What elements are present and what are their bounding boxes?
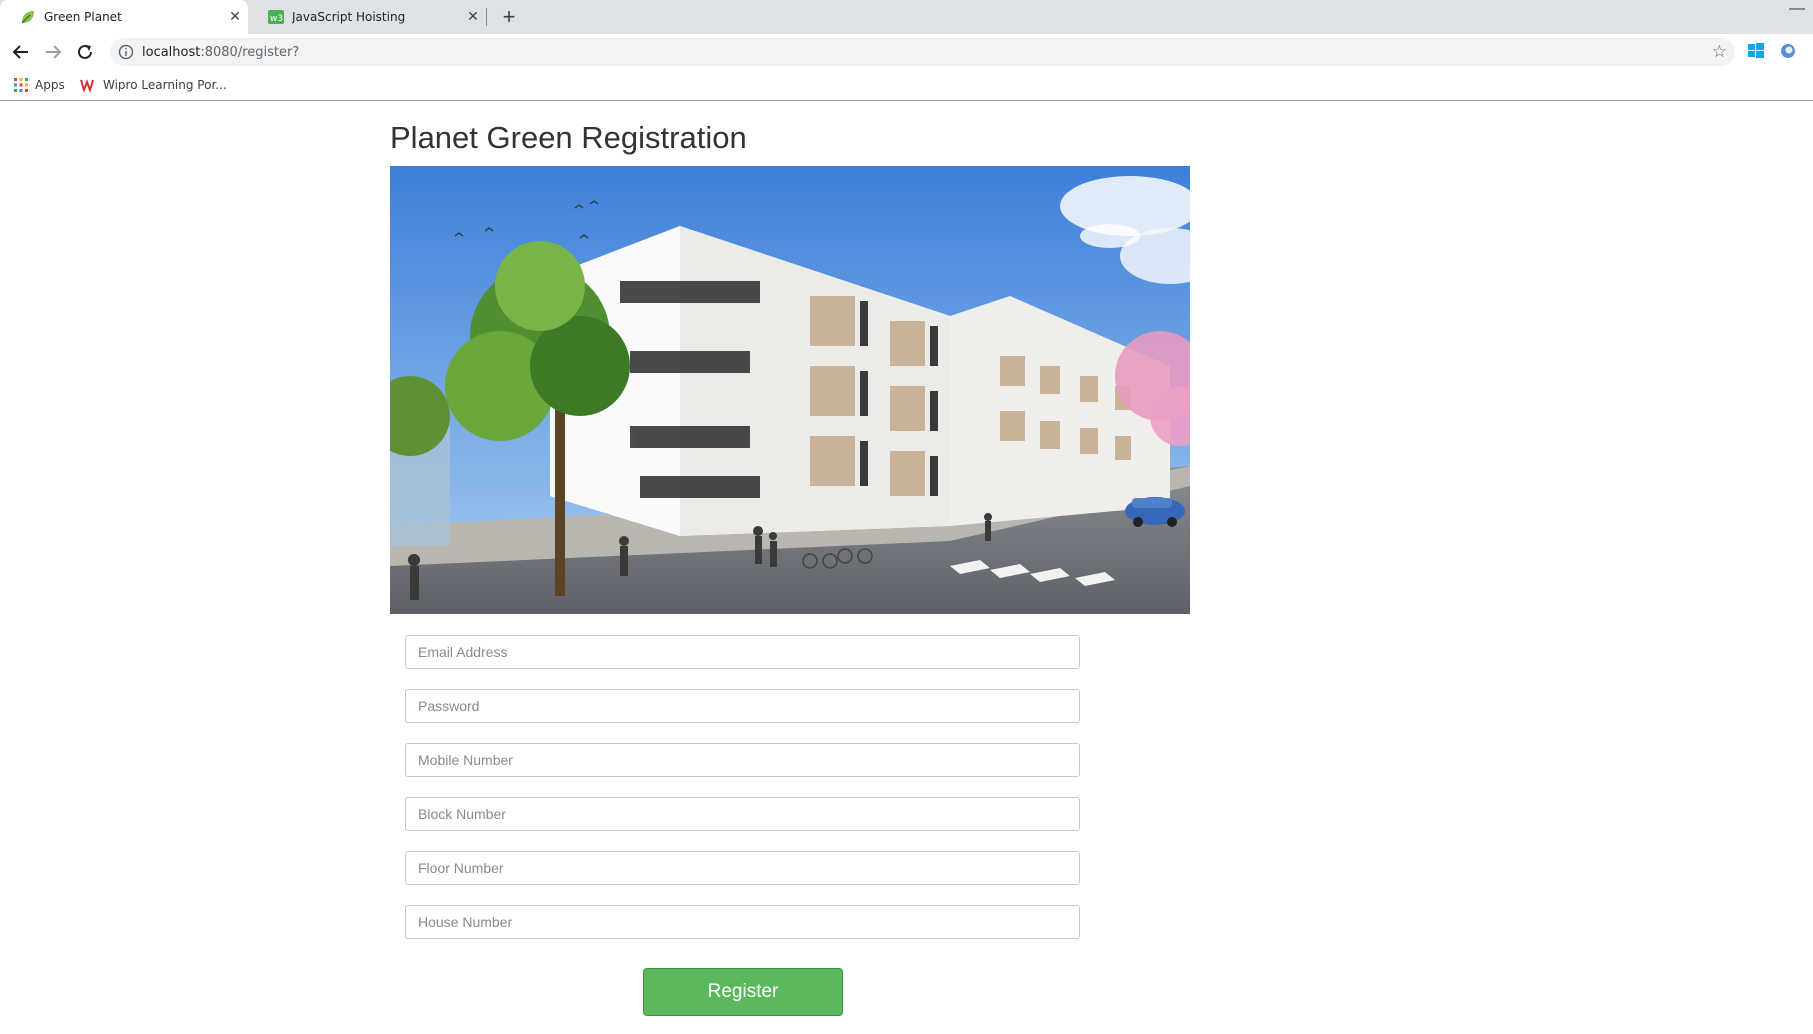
bookmark-apps[interactable]: Apps [14, 76, 65, 94]
close-icon[interactable]: ✕ [222, 9, 248, 25]
mobile-number-field[interactable] [405, 743, 1080, 777]
tab-javascript-hoisting[interactable]: w3 JavaScript Hoisting ✕ [248, 0, 486, 34]
hero-image [390, 166, 1190, 614]
bookmark-star-icon[interactable]: ☆ [1712, 42, 1727, 62]
browser-toolbar: localhost:8080/register? ☆ [0, 34, 1813, 70]
back-arrow-icon[interactable] [9, 40, 33, 64]
register-button[interactable]: Register [643, 968, 843, 1016]
tab-title: Green Planet [44, 10, 122, 24]
reload-icon[interactable] [73, 40, 97, 64]
address-bar[interactable]: localhost:8080/register? ☆ [110, 38, 1735, 66]
tab-separator [486, 8, 487, 26]
bookmarks-bar: Apps Wipro Learning Por... [0, 70, 1813, 101]
new-tab-button[interactable]: + [498, 4, 520, 30]
apps-grid-icon [14, 78, 28, 92]
bookmark-label: Apps [35, 78, 65, 92]
tab-green-planet[interactable]: Green Planet ✕ [0, 0, 248, 34]
url-host: localhost [142, 44, 201, 60]
page-title: Planet Green Registration [390, 120, 747, 155]
bookmark-wipro[interactable]: Wipro Learning Por... [80, 76, 227, 94]
bookmark-label: Wipro Learning Por... [103, 78, 227, 92]
tab-strip: Green Planet ✕ w3 JavaScript Hoisting ✕ … [0, 0, 1813, 34]
wipro-icon [80, 78, 96, 92]
svg-text:w3: w3 [270, 14, 283, 24]
forward-arrow-icon[interactable] [41, 40, 65, 64]
email-field[interactable] [405, 635, 1080, 669]
extension-icon[interactable] [1779, 42, 1799, 62]
minimize-icon[interactable]: — [1789, 0, 1805, 18]
info-icon[interactable] [118, 44, 134, 60]
close-icon[interactable]: ✕ [460, 9, 486, 25]
w3-icon: w3 [268, 9, 284, 25]
block-number-field[interactable] [405, 797, 1080, 831]
floor-number-field[interactable] [405, 851, 1080, 885]
leaf-icon [20, 9, 36, 25]
house-number-field[interactable] [405, 905, 1080, 939]
windows-extension-icon[interactable] [1747, 42, 1767, 62]
tab-title: JavaScript Hoisting [292, 10, 406, 24]
url-path: :8080/register? [200, 44, 300, 60]
password-field[interactable] [405, 689, 1080, 723]
